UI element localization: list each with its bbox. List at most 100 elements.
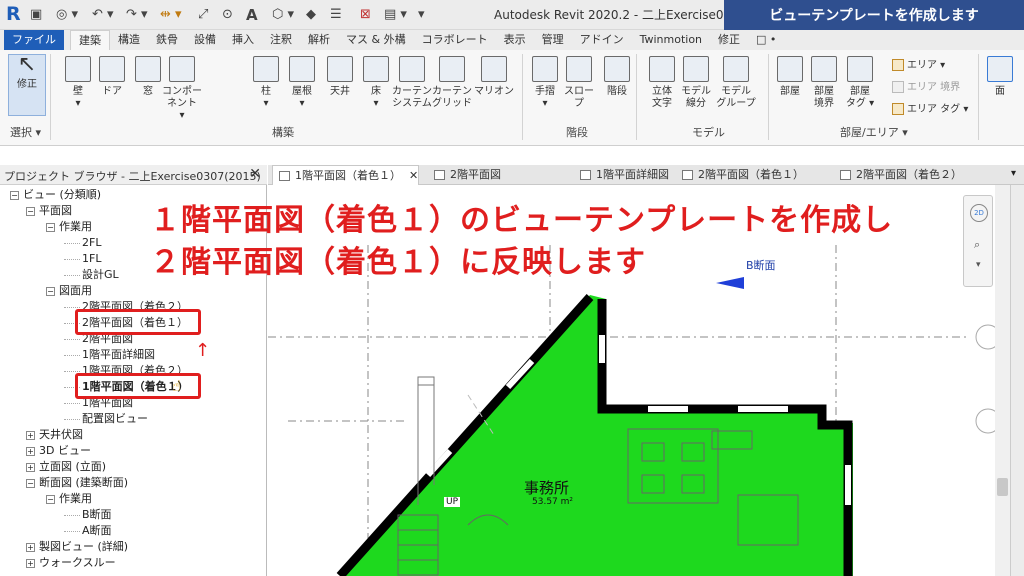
measure-icon[interactable]: ⇹ ▾: [160, 6, 182, 24]
ribbon-icon-build_buttons-9: [439, 56, 465, 82]
text-icon[interactable]: A: [246, 6, 258, 24]
tree-toggle-icon[interactable]: −: [10, 190, 19, 200]
ribbon-tab-3[interactable]: 鉄骨: [148, 30, 186, 50]
ribbon-button-build_buttons-3[interactable]: コンポーネント ▾: [160, 54, 204, 122]
view-tab-2[interactable]: 1階平面詳細図: [574, 165, 669, 185]
ribbon-tab-7[interactable]: 解析: [300, 30, 338, 50]
close-icon[interactable]: ✕: [249, 166, 261, 182]
ribbon-icon-build_buttons-8: [399, 56, 425, 82]
tag-icon[interactable]: ⊙: [222, 6, 233, 24]
tree-item[interactable]: 配置図ビュー: [64, 412, 148, 426]
ribbon-tab-0[interactable]: ファイル: [4, 30, 64, 50]
select-panel-label[interactable]: 選択 ▾: [10, 124, 41, 140]
arrow-up-icon: ↑: [195, 340, 211, 361]
view-tab-1[interactable]: 2階平面図: [428, 165, 501, 185]
ribbon-button-model_buttons-1[interactable]: モデル 線分: [676, 54, 716, 110]
tree-item[interactable]: + ウォークスルー: [26, 556, 116, 570]
tree-item-label: 1FL: [82, 252, 102, 265]
view-tabs-menu-icon[interactable]: ▾: [1011, 168, 1016, 179]
tree-item[interactable]: − ビュー (分類順): [10, 188, 101, 202]
tree-item[interactable]: +3D ビュー: [26, 444, 91, 458]
ribbon-button-stairs_buttons-2[interactable]: 階段: [598, 54, 636, 98]
ribbon-tab-11[interactable]: 管理: [534, 30, 572, 50]
dimension-icon[interactable]: ⤢: [198, 6, 208, 24]
tree-toggle-icon[interactable]: −: [46, 286, 55, 296]
ribbon-tab-2[interactable]: 構造: [110, 30, 148, 50]
face-button[interactable]: 面: [984, 54, 1016, 98]
ribbon-button-stairs_buttons-1[interactable]: スロープ: [560, 54, 598, 110]
open-icon[interactable]: ▣: [30, 6, 42, 24]
tree-toggle-icon[interactable]: +: [26, 446, 35, 456]
ribbon-button-build_buttons-9[interactable]: カーテン グリッド: [430, 54, 474, 110]
ribbon-tab-1[interactable]: 建築: [70, 30, 110, 50]
close-hidden-icon[interactable]: ⊠: [360, 6, 371, 24]
tree-toggle-icon[interactable]: +: [26, 542, 35, 552]
save-icon[interactable]: ◎ ▾: [56, 6, 78, 24]
redo-icon[interactable]: ↷ ▾: [126, 6, 148, 24]
tree-item[interactable]: − 図面用: [46, 284, 92, 298]
ribbon-tab-12[interactable]: アドイン: [572, 30, 632, 50]
tree-item[interactable]: + 立面図 (立面): [26, 460, 106, 474]
undo-icon[interactable]: ↶ ▾: [92, 6, 114, 24]
ribbon-button-stairs_buttons-0[interactable]: 手摺 ▾: [526, 54, 564, 110]
ribbon-button-build_buttons-8[interactable]: カーテン システム: [390, 54, 434, 110]
vertical-scrollbar[interactable]: [995, 185, 1010, 576]
ribbon-tab-15[interactable]: □ •: [748, 30, 784, 50]
tree-toggle-icon[interactable]: −: [26, 206, 35, 216]
ribbon-tab-8[interactable]: マス & 外構: [338, 30, 414, 50]
nav-menu-chevron-icon[interactable]: ▾: [976, 260, 981, 270]
ribbon-label: 階段: [607, 86, 627, 97]
section-icon[interactable]: ◆: [306, 6, 316, 24]
zoom-icon[interactable]: ⌕: [974, 238, 980, 252]
ribbon-tab-13[interactable]: Twinmotion: [632, 30, 710, 50]
tree-item[interactable]: 2FL: [64, 236, 101, 250]
ribbon-tab-5[interactable]: 挿入: [224, 30, 262, 50]
ribbon-tab-14[interactable]: 修正: [710, 30, 748, 50]
tree-item[interactable]: 設計GL: [64, 268, 119, 282]
tree-toggle-icon[interactable]: +: [26, 430, 35, 440]
close-icon[interactable]: ✕: [409, 169, 418, 182]
tree-item[interactable]: − 平面図: [26, 204, 72, 218]
revit-logo[interactable]: R: [6, 3, 21, 25]
tree-item[interactable]: − 作業用: [46, 492, 92, 506]
tree-item[interactable]: − 断面図 (建築断面): [26, 476, 128, 490]
modify-button[interactable]: ↖ 修正: [8, 54, 46, 116]
ribbon-tab-9[interactable]: コラボレート: [414, 30, 496, 50]
ribbon-tab-10[interactable]: 表示: [496, 30, 534, 50]
view-tab-3[interactable]: 2階平面図（着色１）: [676, 165, 804, 185]
tree-item[interactable]: + 天井伏図: [26, 428, 83, 442]
tree-item[interactable]: 1FL: [64, 252, 101, 266]
ribbon-button-room_buttons-1[interactable]: 部屋 境界: [806, 54, 842, 110]
ribbon-label: カーテン: [392, 86, 432, 97]
ribbon-tab-6[interactable]: 注釈: [262, 30, 300, 50]
customize-qat-icon[interactable]: ▾: [418, 6, 425, 24]
ribbon-tab-4[interactable]: 設備: [186, 30, 224, 50]
scrollbar-thumb[interactable]: [997, 478, 1008, 496]
ribbon-button-room_buttons-2[interactable]: 部屋 タグ ▾: [842, 54, 878, 110]
ribbon-button-model_buttons-2[interactable]: モデル グループ: [716, 54, 756, 110]
tree-item[interactable]: + 製図ビュー (詳細): [26, 540, 128, 554]
tree-item[interactable]: B断面: [64, 508, 112, 522]
ribbon-button-build_buttons-10[interactable]: マリオン: [472, 54, 516, 98]
tree-toggle-icon[interactable]: −: [46, 222, 55, 232]
area-button[interactable]: エリア ▾: [892, 56, 945, 71]
room-name-tag[interactable]: 事務所: [524, 477, 569, 498]
tree-toggle-icon[interactable]: −: [26, 478, 35, 488]
view-tab-4[interactable]: 2階平面図（着色２）: [834, 165, 962, 185]
area-boundary-button[interactable]: エリア 境界: [892, 78, 960, 93]
steering-wheel-icon[interactable]: 2D: [970, 204, 988, 222]
tree-toggle-icon[interactable]: −: [46, 494, 55, 504]
view-tab-0[interactable]: 1階平面図（着色１） ✕: [272, 165, 420, 185]
tree-toggle-icon[interactable]: +: [26, 462, 35, 472]
tree-item[interactable]: A断面: [64, 524, 112, 538]
area-tag-button[interactable]: エリア タグ ▾: [892, 100, 968, 115]
switch-windows-icon[interactable]: ▤ ▾: [384, 6, 407, 24]
ribbon-button-room_buttons-0[interactable]: 部屋: [772, 54, 808, 98]
tree-toggle-icon[interactable]: +: [26, 558, 35, 568]
thin-lines-icon[interactable]: ☰: [330, 6, 342, 24]
3d-view-icon[interactable]: ⬡ ▾: [272, 6, 294, 24]
room-area-panel-label[interactable]: 部屋/エリア ▾: [840, 124, 908, 140]
tree-item[interactable]: 1階平面詳細図: [64, 348, 155, 362]
tree-item[interactable]: − 作業用: [46, 220, 92, 234]
build-panel-label: 構築: [272, 126, 294, 139]
